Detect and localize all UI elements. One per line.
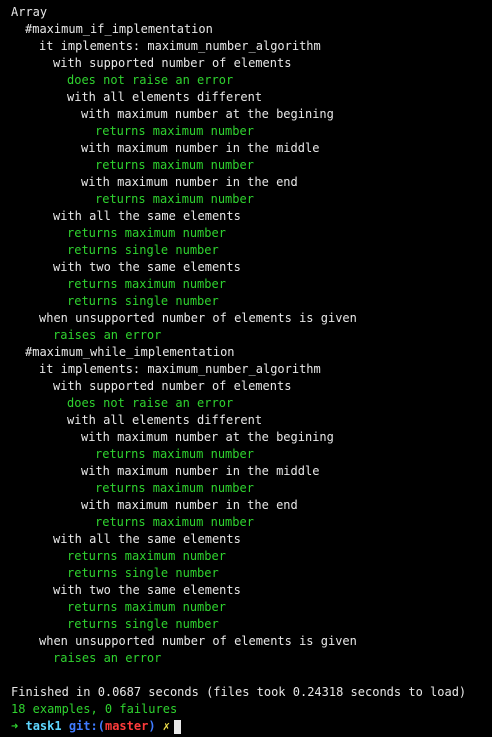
spec-group-line: with all the same elements [53,209,241,223]
spec-group-line: with maximum number in the middle [81,464,320,478]
prompt-arrow-icon: ➜ [11,719,19,733]
terminal-output: Array #maximum_if_implementationit implem… [11,4,489,735]
spec-group-line: when unsupported number of elements is g… [39,634,357,648]
spec-example-line: does not raise an error [67,73,234,87]
text-cursor[interactable] [174,719,182,734]
prompt-directory: task1 [25,719,62,733]
spec-group-line: #maximum_if_implementation [25,22,213,36]
spec-example-line: returns maximum number [95,447,254,461]
spec-group-line: Array [11,5,48,19]
spec-example-line: returns maximum number [67,549,226,563]
spec-group-line: when unsupported number of elements is g… [39,311,357,325]
spec-group-line: with all elements different [67,413,263,427]
spec-example-line: returns single number [67,566,219,580]
shell-prompt[interactable]: ➜ task1 git:(master) ✗ [11,718,489,735]
spec-example-line: returns maximum number [95,192,254,206]
prompt-git-label: git: [68,719,98,733]
prompt-paren-open: ( [97,719,105,733]
spec-example-line: returns maximum number [95,481,254,495]
spec-group-line: #maximum_while_implementation [25,345,235,359]
prompt-paren-close: ) [148,719,156,733]
spec-example-line: returns maximum number [95,158,254,172]
spec-group-line: with two the same elements [53,583,241,597]
spec-example-line: returns single number [67,243,219,257]
spec-group-line: with all the same elements [53,532,241,546]
spec-group-line: with maximum number in the end [81,175,298,189]
prompt-branch: master [104,719,149,733]
spec-group-line: it implements: maximum_number_algorithm [39,362,321,376]
spec-example-line: does not raise an error [67,396,234,410]
summary-finished: Finished in 0.0687 seconds (files took 0… [11,685,467,699]
spec-example-line: returns single number [67,294,219,308]
spec-example-line: returns maximum number [95,124,254,138]
spec-group-line: with maximum number in the end [81,498,298,512]
spec-group-line: it implements: maximum_number_algorithm [39,39,321,53]
spec-group-line: with maximum number in the middle [81,141,320,155]
spec-group-line: with supported number of elements [53,56,292,70]
prompt-dirty-icon: ✗ [162,719,171,733]
spec-example-line: raises an error [53,651,162,665]
spec-group-line: with two the same elements [53,260,241,274]
spec-example-line: returns maximum number [67,277,226,291]
spec-example-line: raises an error [53,328,162,342]
spec-example-line: returns maximum number [95,515,254,529]
summary-result: 18 examples, 0 failures [11,702,178,716]
spec-group-line: with all elements different [67,90,263,104]
spec-group-line: with maximum number at the begining [81,107,334,121]
spec-example-line: returns single number [67,617,219,631]
terminal-window[interactable]: Array #maximum_if_implementationit implem… [0,0,492,737]
spec-output: Array #maximum_if_implementationit implem… [11,4,489,667]
spec-example-line: returns maximum number [67,600,226,614]
spec-group-line: with maximum number at the begining [81,430,334,444]
spec-example-line: returns maximum number [67,226,226,240]
spec-group-line: with supported number of elements [53,379,292,393]
